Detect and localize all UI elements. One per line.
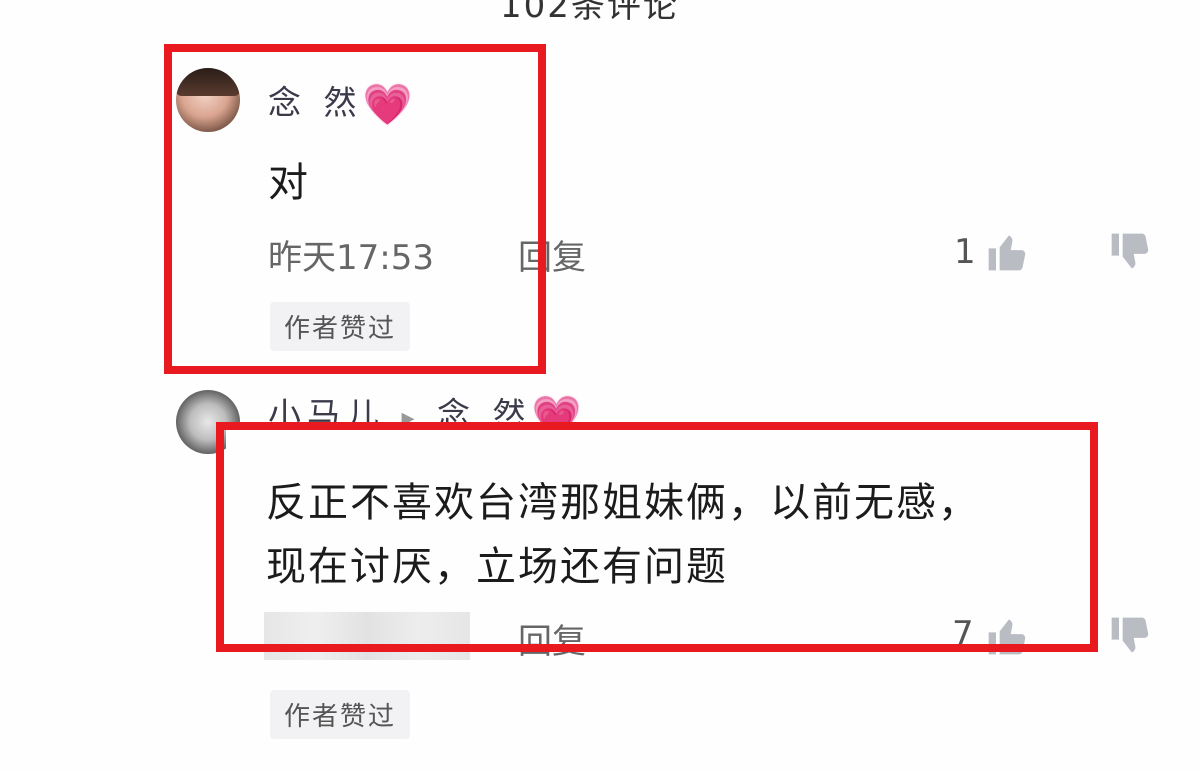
- like-count: 1: [954, 232, 976, 272]
- highlight-box: [164, 44, 546, 374]
- thumbs-down-icon[interactable]: [1108, 614, 1152, 658]
- highlight-box: [216, 422, 1098, 652]
- comments-title: 102条评论: [500, 0, 679, 26]
- author-liked-badge: 作者赞过: [270, 690, 411, 739]
- thumbs-down-icon[interactable]: [1108, 230, 1152, 274]
- thumbs-up-icon[interactable]: [985, 230, 1029, 274]
